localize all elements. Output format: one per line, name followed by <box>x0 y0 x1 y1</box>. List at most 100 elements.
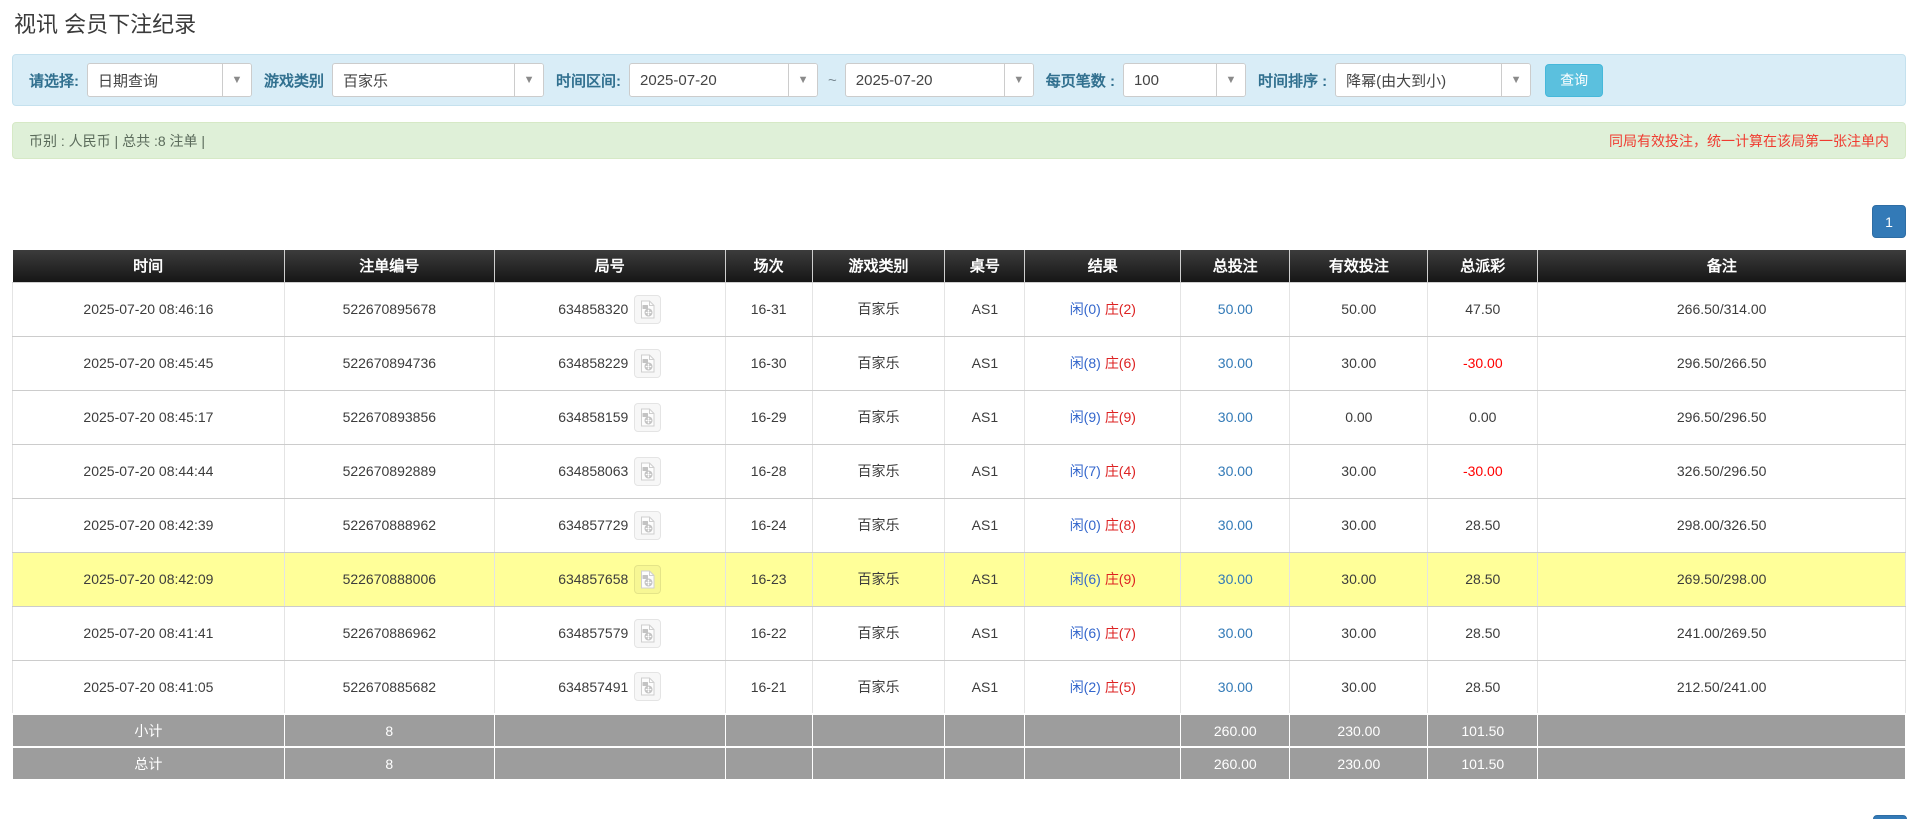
query-type-select[interactable]: 日期查询 ▼ <box>87 63 252 97</box>
pagination-top: 1 <box>12 205 1906 238</box>
total-bet-link[interactable]: 30.00 <box>1218 571 1253 587</box>
cell-remark: 212.50/241.00 <box>1537 660 1906 715</box>
video-replay-icon <box>641 624 655 642</box>
video-replay-button[interactable] <box>634 402 662 432</box>
page-size-select[interactable]: 100 ▼ <box>1122 63 1246 97</box>
result-banker: 庄(2) <box>1104 301 1136 317</box>
sort-order-label: 时间排序 : <box>1257 72 1328 90</box>
cell-total-bet: 50.00 <box>1180 282 1291 337</box>
cell-round-id: 634857579 <box>494 606 726 661</box>
table-row: 2025-07-20 08:41:05 522670885682 6348574… <box>12 660 1906 715</box>
total-bet-link[interactable]: 30.00 <box>1218 625 1253 641</box>
page-1-button[interactable]: 1 <box>1872 205 1906 238</box>
search-button[interactable]: 查询 <box>1545 63 1604 97</box>
cell-game-type: 百家乐 <box>812 498 946 553</box>
round-id-text: 634857491 <box>558 678 629 695</box>
cell-game-type: 百家乐 <box>812 336 946 391</box>
video-replay-button[interactable] <box>634 348 662 378</box>
result-player: 闲(7) <box>1069 463 1101 479</box>
video-replay-icon <box>641 462 655 480</box>
date-from-select[interactable]: 2025-07-20 ▼ <box>629 63 819 97</box>
cell-payout: 28.50 <box>1427 552 1539 607</box>
cell-round-id: 634858063 <box>494 444 726 499</box>
filter-bar: 请选择: 日期查询 ▼ 游戏类别 百家乐 ▼ 时间区间: 2025-07-20 … <box>12 54 1906 106</box>
total-bet-link[interactable]: 30.00 <box>1218 517 1253 533</box>
cell-time: 2025-07-20 08:42:09 <box>12 552 285 607</box>
page-title: 视讯 会员下注纪录 <box>14 12 197 37</box>
table-row: 2025-07-20 08:44:44 522670892889 6348580… <box>12 444 1906 499</box>
summary-valid-bet: 230.00 <box>1289 746 1429 781</box>
total-bet-link[interactable]: 30.00 <box>1218 355 1253 371</box>
sort-order-select[interactable]: 降幂(由大到小) ▼ <box>1335 63 1532 97</box>
result-banker: 庄(7) <box>1104 625 1136 641</box>
summary-bar: 币别 : 人民币 | 总共 :8 注单 | 同局有效投注，统一计算在该局第一张注… <box>12 122 1906 159</box>
col-remark: 备注 <box>1537 250 1906 283</box>
cell-valid-bet: 0.00 <box>1289 390 1429 445</box>
summary-payout: 101.50 <box>1427 713 1539 748</box>
chevron-down-icon: ▼ <box>222 64 251 96</box>
video-replay-icon <box>641 354 655 372</box>
cell-round-id: 634857658 <box>494 552 726 607</box>
cell-session: 16-30 <box>725 336 813 391</box>
chevron-down-icon: ▼ <box>1501 64 1531 96</box>
cell-time: 2025-07-20 08:41:41 <box>12 606 285 661</box>
time-range-label: 时间区间: <box>556 72 622 90</box>
summary-total-bet: 260.00 <box>1180 746 1291 781</box>
cell-game-type: 百家乐 <box>812 444 946 499</box>
total-bet-link[interactable]: 50.00 <box>1218 301 1253 317</box>
cell-result: 闲(8) 庄(6) <box>1024 336 1182 391</box>
video-replay-button[interactable] <box>634 456 662 486</box>
page-size-value: 100 <box>1133 71 1159 89</box>
result-banker: 庄(9) <box>1104 409 1136 425</box>
video-replay-icon <box>641 408 655 426</box>
cell-table-no: AS1 <box>944 444 1026 499</box>
chevron-down-icon: ▼ <box>1215 64 1245 96</box>
total-bet-link[interactable]: 30.00 <box>1218 463 1253 479</box>
page-1-button-bottom[interactable]: 1 <box>1873 815 1907 819</box>
cell-payout: 28.50 <box>1427 660 1539 715</box>
cell-table-no: AS1 <box>944 552 1026 607</box>
cell-valid-bet: 30.00 <box>1289 336 1429 391</box>
total-bet-link[interactable]: 30.00 <box>1218 679 1253 695</box>
video-replay-button[interactable] <box>634 510 662 540</box>
cell-bet-id: 522670894736 <box>284 336 495 391</box>
col-payout: 总派彩 <box>1427 250 1539 283</box>
cell-valid-bet: 30.00 <box>1289 606 1429 661</box>
result-banker: 庄(4) <box>1104 463 1136 479</box>
col-valid-bet: 有效投注 <box>1289 250 1429 283</box>
table-footer: 小计 8 260.00 230.00 101.50 总计 8 260.00 23… <box>12 713 1906 781</box>
cell-remark: 296.50/266.50 <box>1537 336 1906 391</box>
cell-total-bet: 30.00 <box>1180 552 1291 607</box>
date-range-tilde: ~ <box>828 71 837 89</box>
video-replay-icon <box>641 677 655 696</box>
table-row: 2025-07-20 08:41:41 522670886962 6348575… <box>12 606 1906 661</box>
cell-game-type: 百家乐 <box>812 552 946 607</box>
cell-session: 16-24 <box>725 498 813 553</box>
cell-session: 16-29 <box>725 390 813 445</box>
result-player: 闲(6) <box>1069 625 1101 641</box>
cell-bet-id: 522670885682 <box>284 660 495 715</box>
chevron-down-icon: ▼ <box>514 64 544 96</box>
cell-payout: 28.50 <box>1427 498 1539 553</box>
video-replay-button[interactable] <box>634 618 662 648</box>
cell-time: 2025-07-20 08:44:44 <box>12 444 285 499</box>
video-replay-button[interactable] <box>634 672 662 702</box>
cell-remark: 269.50/298.00 <box>1537 552 1906 607</box>
query-type-label: 请选择: <box>29 72 79 90</box>
cell-time: 2025-07-20 08:46:16 <box>12 282 285 337</box>
cell-bet-id: 522670895678 <box>284 282 495 337</box>
video-replay-icon <box>641 516 655 534</box>
result-player: 闲(8) <box>1069 355 1101 371</box>
game-type-value: 百家乐 <box>343 72 389 90</box>
cell-remark: 326.50/296.50 <box>1537 444 1906 499</box>
game-type-select[interactable]: 百家乐 ▼ <box>332 63 545 97</box>
video-replay-button[interactable] <box>634 564 662 594</box>
total-bet-link[interactable]: 30.00 <box>1218 409 1253 425</box>
cell-remark: 296.50/296.50 <box>1537 390 1906 445</box>
date-to-select[interactable]: 2025-07-20 ▼ <box>844 63 1034 97</box>
table-row: 2025-07-20 08:45:17 522670893856 6348581… <box>12 390 1906 445</box>
result-player: 闲(0) <box>1069 301 1101 317</box>
cell-result: 闲(7) 庄(4) <box>1024 444 1182 499</box>
cell-result: 闲(2) 庄(5) <box>1024 660 1182 715</box>
video-replay-button[interactable] <box>634 294 662 324</box>
